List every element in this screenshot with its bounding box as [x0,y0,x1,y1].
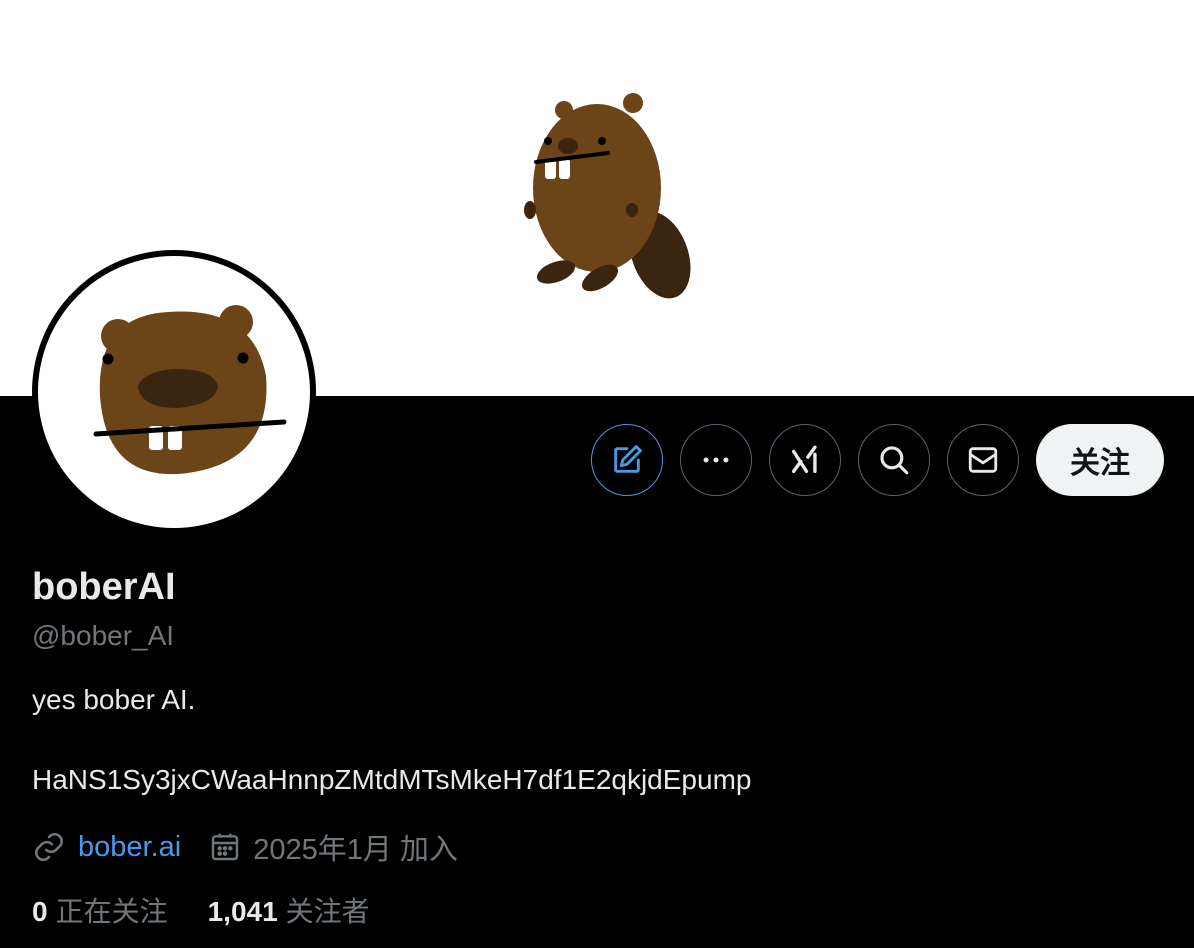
link-icon [34,832,64,862]
profile-stats: 0 正在关注 1,041 关注者 [32,890,410,930]
message-button[interactable] [947,424,1019,496]
grok-icon [791,445,817,474]
search-icon [880,446,909,475]
profile-meta: bober.ai 2025年1月 加入 [32,826,458,868]
following-stat[interactable]: 0 正在关注 [32,890,168,930]
followers-count: 1,041 [207,896,278,927]
beaver-avatar-image [93,305,287,475]
profile-actions: 关注 [591,424,1164,496]
mail-icon [968,447,998,473]
profile-avatar[interactable] [32,250,316,534]
beaver-banner-image [524,93,691,299]
edit-button[interactable] [591,424,663,496]
following-count: 0 [32,896,48,927]
followers-stat[interactable]: 1,041 关注者 [208,890,370,930]
user-handle: @bober_AI [32,620,175,651]
followers-label: 关注者 [285,896,370,927]
website-link[interactable]: bober.ai [78,831,181,864]
grok-button[interactable] [769,424,841,496]
search-button[interactable] [858,424,930,496]
edit-icon [614,445,642,473]
bio-line-2: HaNS1Sy3jxCWaaHnnpZMtdMTsMkeH7df1E2qkjdE… [32,764,752,795]
display-name: boberAI [32,566,176,608]
more-icon [703,457,729,463]
more-button[interactable] [680,424,752,496]
bio-line-1: yes bober AI. [32,684,196,715]
follow-button[interactable]: 关注 [1036,424,1164,496]
calendar-icon [212,833,239,861]
join-date: 2025年1月 加入 [253,834,458,866]
following-label: 正在关注 [55,896,168,927]
